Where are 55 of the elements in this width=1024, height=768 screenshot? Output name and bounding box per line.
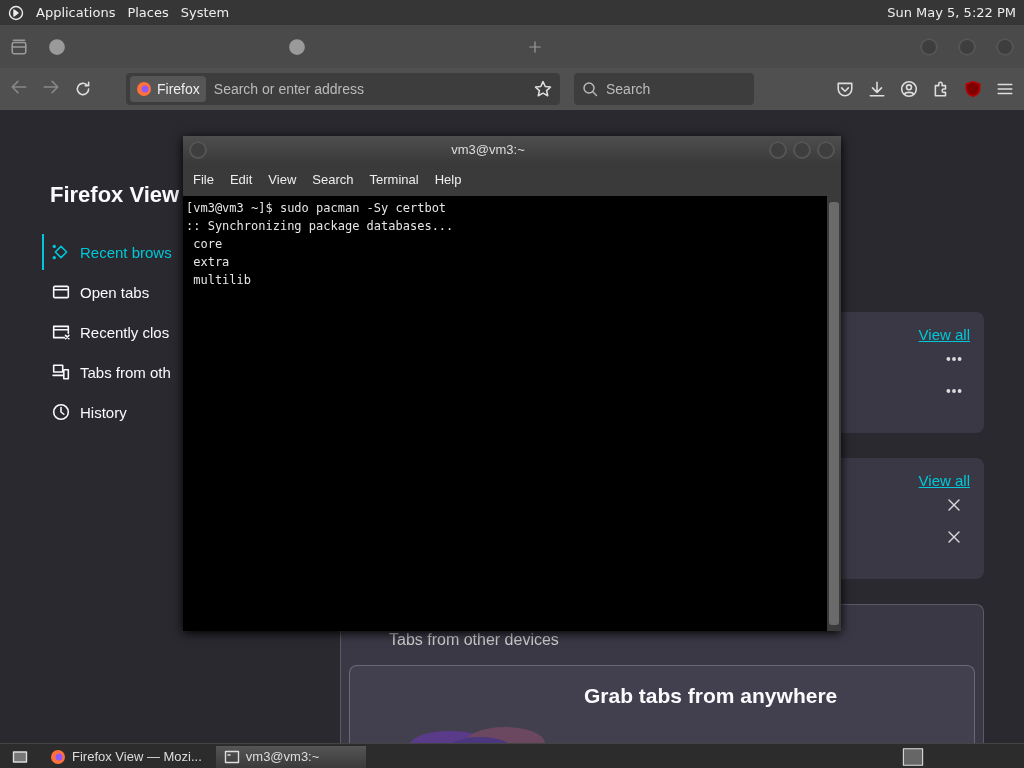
- taskbar-button[interactable]: vm3@vm3:~: [215, 745, 366, 768]
- taskbar-button[interactable]: Firefox View — Mozi...: [42, 745, 210, 768]
- star-icon[interactable]: [534, 80, 552, 98]
- clock[interactable]: Sun May 5, 5:22 PM: [887, 5, 1016, 20]
- tab-list-icon[interactable]: [10, 37, 28, 56]
- card-title: Tabs from other devices: [388, 631, 560, 649]
- sidebar-item[interactable]: Recently clos: [42, 314, 182, 350]
- clock-icon: [52, 403, 70, 421]
- sparkle-icon: [52, 243, 70, 261]
- round-logo-icon[interactable]: [48, 37, 66, 56]
- search-icon: [582, 81, 598, 97]
- forward-icon[interactable]: [42, 78, 60, 96]
- identity-chip[interactable]: Firefox: [130, 76, 206, 102]
- terminal-line: multilib: [192, 272, 253, 289]
- view-all-link[interactable]: View all: [918, 326, 970, 343]
- close-icon[interactable]: [946, 529, 962, 545]
- devices-icon: [52, 363, 70, 381]
- panel-menu[interactable]: Places: [127, 5, 169, 20]
- folder-icon: [52, 283, 70, 301]
- page-title: Firefox View: [50, 182, 180, 208]
- new-tab-icon[interactable]: [528, 39, 542, 54]
- round-logo-icon[interactable]: [288, 37, 306, 56]
- search-field[interactable]: Search: [574, 73, 754, 105]
- folder-x-icon: [52, 323, 70, 341]
- firefox-logo-icon: [136, 81, 152, 97]
- window-title: vm3@vm3:~: [450, 142, 526, 157]
- terminal-line: [vm3@vm3 ~]$ sudo pacman -Sy certbot: [186, 200, 448, 217]
- sidebar-item[interactable]: Open tabs: [42, 274, 182, 310]
- menu-item[interactable]: Help: [428, 170, 468, 189]
- view-all-link[interactable]: View all: [918, 472, 970, 489]
- promo-heading: Grab tabs from anywhere: [584, 684, 838, 709]
- menu-item[interactable]: View: [262, 170, 303, 189]
- account-icon[interactable]: [900, 80, 918, 98]
- firefox-logo-icon: [50, 748, 66, 765]
- back-icon[interactable]: [10, 78, 28, 96]
- terminal-line: extra: [192, 254, 231, 271]
- sidebar-item[interactable]: History: [42, 394, 182, 430]
- menu-item[interactable]: Terminal: [363, 170, 425, 189]
- menu-item[interactable]: File: [187, 170, 220, 189]
- panel-menu[interactable]: System: [180, 5, 230, 20]
- reload-icon[interactable]: [74, 80, 92, 98]
- desktop-icon: [12, 748, 28, 765]
- terminal-line: core: [192, 236, 224, 253]
- workspace-icon[interactable]: [902, 745, 924, 768]
- sidebar-item[interactable]: Tabs from oth: [42, 354, 182, 390]
- menu-item[interactable]: Edit: [223, 170, 259, 189]
- menu-item[interactable]: Search: [306, 170, 360, 189]
- download-icon[interactable]: [868, 80, 886, 98]
- close-icon[interactable]: [946, 497, 962, 513]
- terminal-line: :: Synchronizing package databases...: [186, 218, 455, 235]
- distro-logo-icon[interactable]: [8, 4, 24, 21]
- terminal-icon: [223, 748, 240, 765]
- pocket-icon[interactable]: [836, 80, 854, 98]
- address-field[interactable]: Firefox Search or enter address: [126, 73, 560, 105]
- panel-menu[interactable]: Applications: [36, 5, 116, 20]
